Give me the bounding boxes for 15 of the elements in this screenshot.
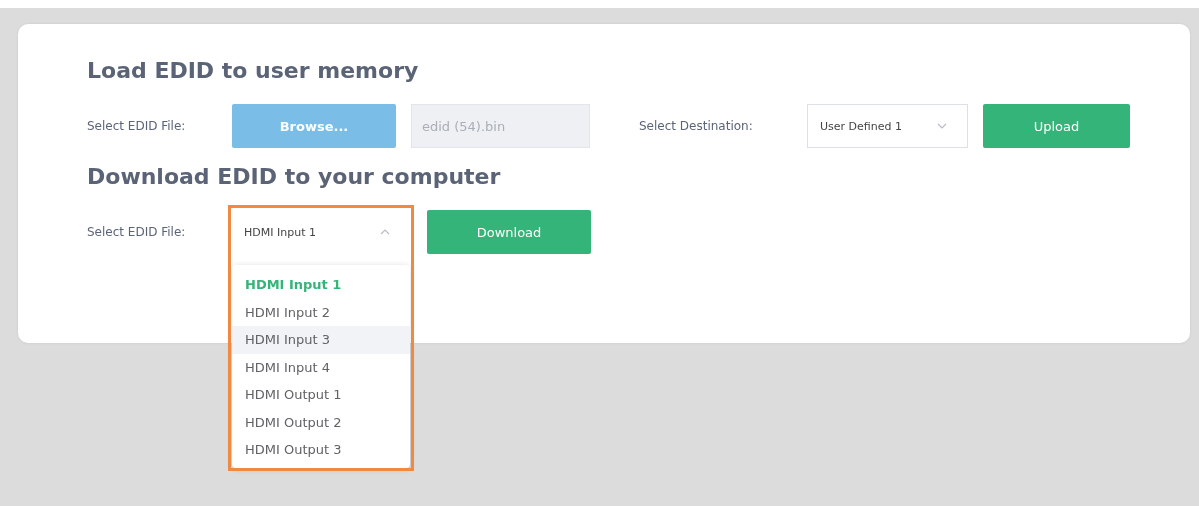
- section-title: Download EDID to your computer: [87, 163, 502, 191]
- dropdown-option[interactable]: HDMI Output 2: [232, 408, 410, 436]
- section-title: Load EDID to user memory: [87, 57, 420, 85]
- caret-icon: [937, 123, 947, 129]
- dropdown-option[interactable]: HDMI Input 3: [232, 326, 410, 354]
- destination-select[interactable]: User Defined 1: [807, 104, 968, 148]
- field-label: Select EDID File:: [87, 225, 187, 239]
- dropdown-option[interactable]: HDMI Output 1: [232, 381, 410, 409]
- caret-icon: [380, 229, 390, 235]
- file-name-field: edid (54).bin: [411, 104, 590, 148]
- field-label: Select Destination:: [639, 119, 754, 133]
- dropdown-option[interactable]: HDMI Output 3: [232, 436, 410, 464]
- dropdown-option[interactable]: HDMI Input 4: [232, 353, 410, 381]
- dropdown-option[interactable]: HDMI Input 2: [232, 298, 410, 326]
- field-label: Select EDID File:: [87, 119, 187, 133]
